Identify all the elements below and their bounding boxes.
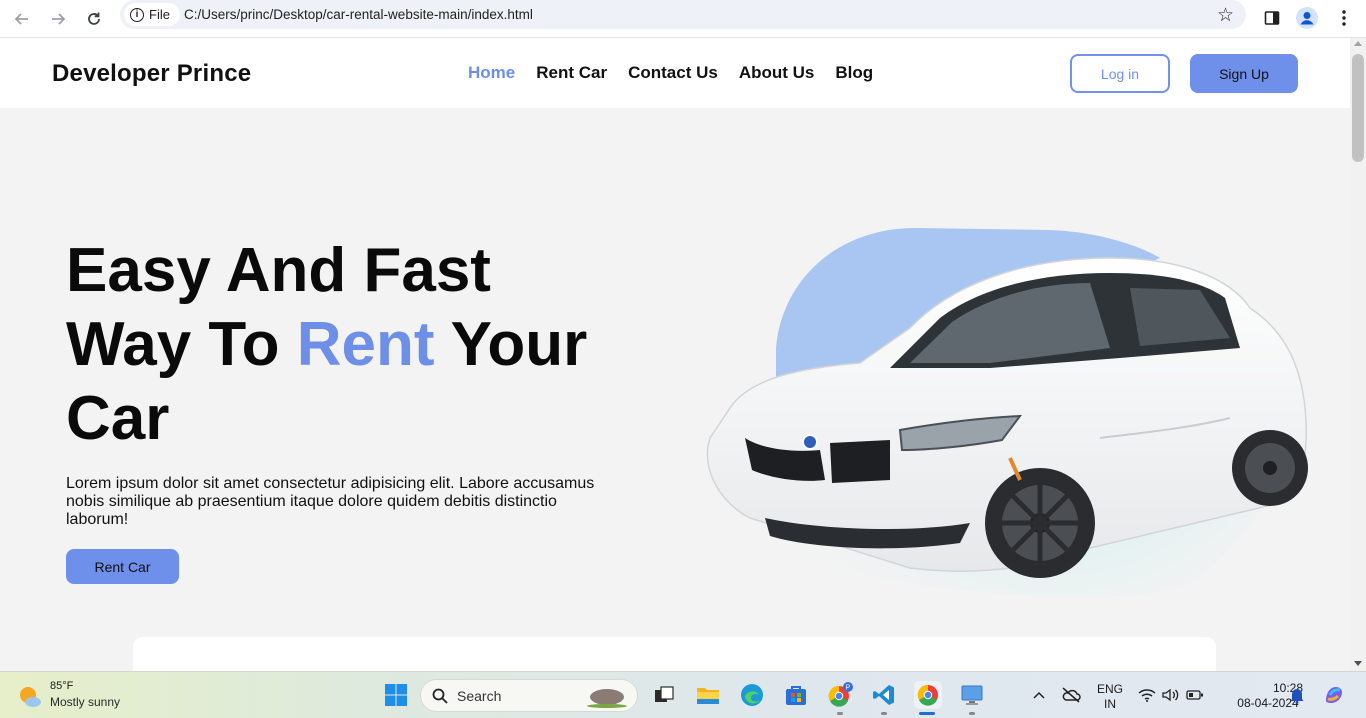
language-code: ENG — [1096, 682, 1123, 696]
url-text[interactable]: C:/Users/princ/Desktop/car-rental-websit… — [184, 7, 533, 22]
nav-contact-us[interactable]: Contact Us — [628, 63, 718, 83]
vscode-icon[interactable] — [870, 681, 898, 709]
svg-text:P: P — [846, 685, 851, 692]
remote-desktop-icon[interactable] — [958, 681, 986, 709]
scroll-thumb[interactable] — [1352, 54, 1364, 162]
hero-title-line2-end: Your — [434, 310, 588, 379]
site-logo[interactable]: Developer Prince — [52, 60, 251, 88]
bookmark-star-icon[interactable]: ☆ — [1217, 4, 1234, 27]
battery-icon[interactable] — [1182, 681, 1208, 709]
search-highlight-icon — [587, 689, 627, 708]
sun-cloud-icon — [20, 687, 41, 707]
chrome-icon[interactable] — [914, 681, 942, 709]
hero-title-line2-start: Way To — [66, 310, 297, 379]
search-label: Search — [457, 688, 502, 704]
search-icon — [432, 688, 448, 704]
active-indicator — [919, 712, 935, 715]
copilot-icon[interactable] — [1320, 681, 1348, 709]
nav-rent-car[interactable]: Rent Car — [536, 63, 607, 83]
feature-card — [133, 637, 1216, 671]
signup-button[interactable]: Sign Up — [1190, 54, 1298, 93]
car-image — [706, 227, 1308, 597]
scroll-down-icon[interactable] — [1354, 661, 1362, 666]
reload-icon[interactable] — [80, 5, 108, 33]
weather-widget[interactable]: 85°F Mostly sunny — [18, 680, 120, 709]
start-icon[interactable] — [382, 681, 410, 709]
running-indicator — [969, 712, 975, 715]
windows-taskbar: 85°F Mostly sunny Search P ENG IN 10:28 … — [0, 671, 1366, 718]
hero-title-accent: Rent — [296, 310, 435, 379]
store-icon[interactable] — [782, 681, 810, 709]
scroll-up-icon[interactable] — [1354, 41, 1362, 46]
hero-title-line3: Car — [66, 384, 170, 453]
nav-about-us[interactable]: About Us — [739, 63, 815, 83]
address-bar[interactable]: i File C:/Users/princ/Desktop/car-rental… — [120, 0, 1246, 29]
running-indicator — [881, 712, 887, 715]
file-explorer-icon[interactable] — [694, 681, 722, 709]
web-page: Developer Prince Home Rent Car Contact U… — [0, 38, 1350, 671]
volume-icon[interactable] — [1158, 681, 1184, 709]
weather-condition: Mostly sunny — [50, 695, 121, 709]
onedrive-off-icon[interactable] — [1058, 681, 1084, 709]
hero-title-line1: Easy And Fast — [66, 236, 491, 305]
site-header: Developer Prince Home Rent Car Contact U… — [0, 38, 1350, 108]
main-nav: Home Rent Car Contact Us About Us Blog — [468, 63, 873, 83]
page-scrollbar[interactable] — [1350, 38, 1366, 671]
notification-bell-icon[interactable] — [1286, 681, 1308, 709]
hero-description: Lorem ipsum dolor sit amet consectetur a… — [66, 475, 595, 528]
weather-temperature: 85°F — [50, 680, 74, 692]
task-view-icon[interactable] — [650, 681, 678, 709]
nav-home[interactable]: Home — [468, 63, 515, 83]
profile-avatar-icon[interactable] — [1294, 4, 1320, 32]
browser-toolbar: i File C:/Users/princ/Desktop/car-rental… — [0, 0, 1366, 38]
tray-chevron-up-icon[interactable] — [1026, 681, 1052, 709]
site-chip-label: File — [149, 7, 170, 22]
forward-icon[interactable] — [44, 5, 72, 33]
info-icon: i — [130, 7, 144, 22]
back-icon[interactable] — [8, 5, 36, 33]
language-region: IN — [1104, 697, 1116, 711]
nav-blog[interactable]: Blog — [835, 63, 873, 83]
rent-car-button[interactable]: Rent Car — [66, 549, 179, 584]
more-menu-icon[interactable] — [1334, 4, 1354, 32]
side-panel-icon[interactable] — [1260, 4, 1284, 32]
login-button[interactable]: Log in — [1070, 54, 1170, 93]
language-indicator[interactable]: ENG IN — [1094, 682, 1126, 712]
site-info-chip[interactable]: i File — [124, 3, 180, 26]
chrome-profile-icon[interactable]: P — [826, 681, 854, 709]
wifi-icon[interactable] — [1134, 681, 1160, 709]
edge-icon[interactable] — [738, 681, 766, 709]
taskbar-search[interactable]: Search — [420, 679, 638, 712]
hero-title: Easy And Fast Way To Rent Your Car — [66, 234, 646, 456]
running-indicator — [837, 712, 843, 715]
